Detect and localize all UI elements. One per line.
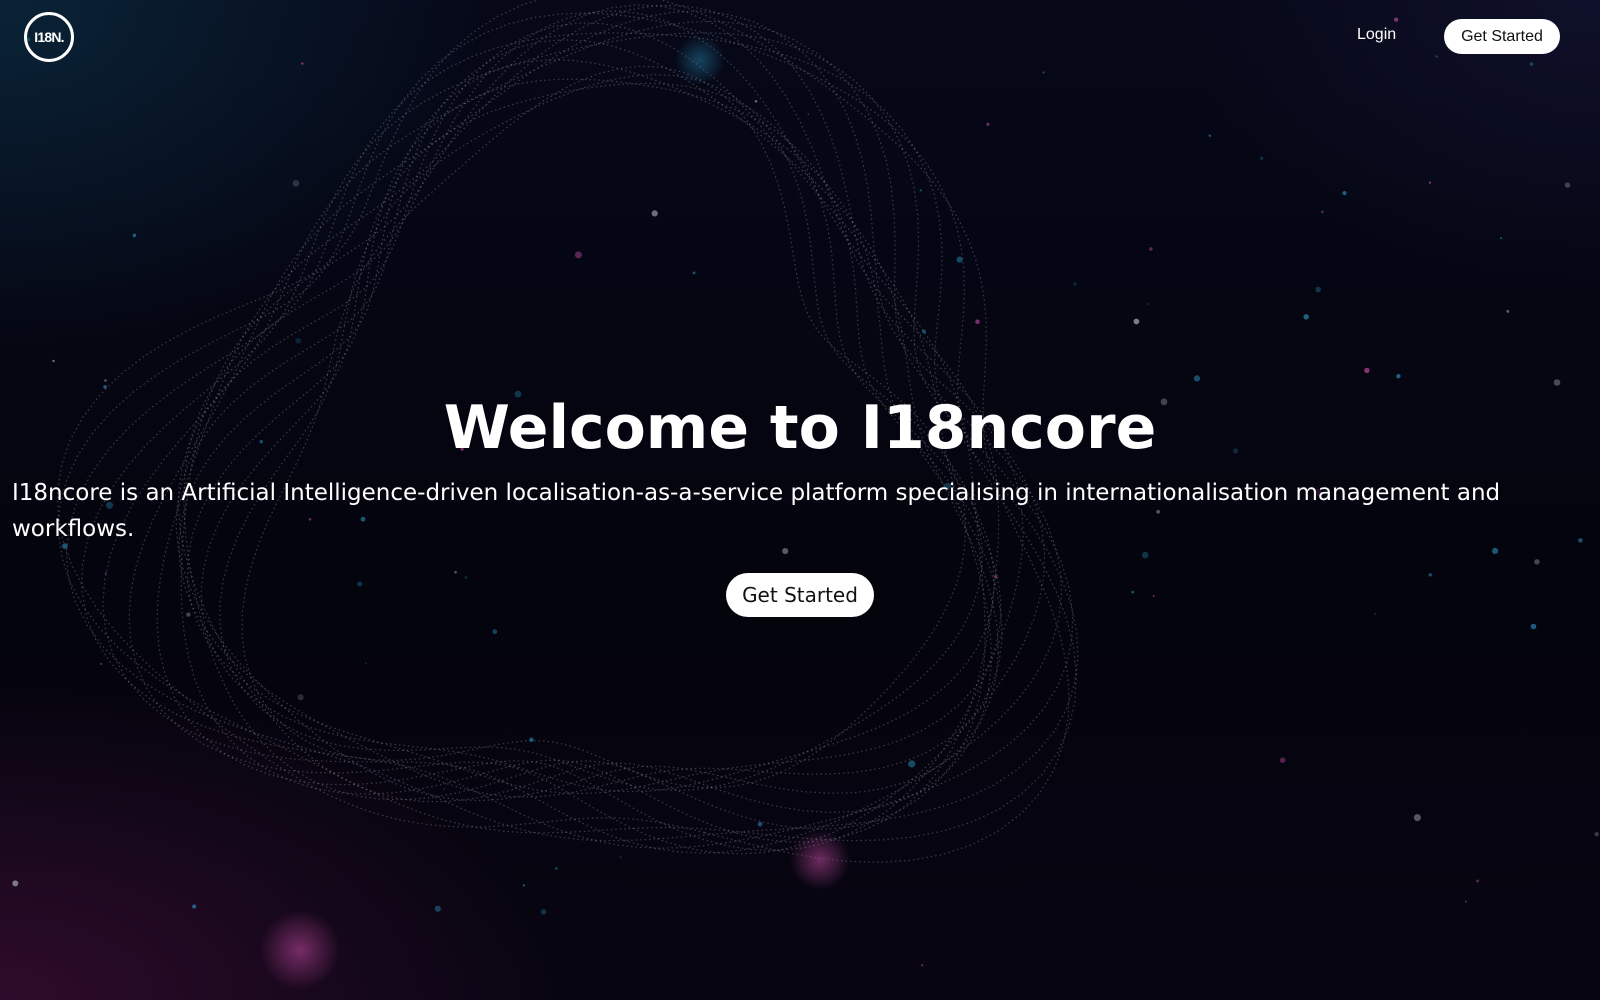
nav-get-started-button[interactable]: Get Started	[1444, 19, 1560, 54]
sparkle-dot	[1594, 832, 1599, 837]
sparkle-dot	[555, 867, 558, 870]
sparkle-dot	[1413, 814, 1421, 822]
sparkle-dot	[1506, 309, 1510, 313]
sparkle-dot	[1193, 375, 1201, 382]
sparkle-dot	[464, 576, 468, 579]
sparkle-dot	[574, 251, 582, 259]
sparkle-dot	[1530, 623, 1537, 630]
sparkle-dot	[434, 905, 441, 912]
sparkle-dot	[1500, 237, 1503, 240]
sparkle-dot	[1428, 181, 1432, 184]
sparkle-dot	[1149, 247, 1153, 251]
logo[interactable]: I18N.	[24, 12, 74, 62]
sparkle-dot	[922, 329, 926, 334]
sparkle-dot	[1342, 191, 1347, 196]
sparkle-dot	[1303, 314, 1309, 320]
sparkle-dot	[1133, 318, 1140, 325]
sparkle-dot	[956, 256, 963, 263]
sparkle-dot	[104, 572, 108, 575]
sparkle-dot	[365, 662, 367, 665]
top-navbar: I18N. Login Get Started	[0, 0, 1600, 72]
sparkle-dot	[52, 359, 55, 363]
sparkle-dot	[454, 570, 457, 574]
sparkle-dot	[540, 909, 547, 915]
landing-page: I18N. Login Get Started Welcome to I18nc…	[0, 0, 1600, 1000]
sparkle-dot	[1260, 156, 1264, 160]
sparkle-dot	[975, 319, 980, 325]
sparkle-dot	[192, 904, 197, 909]
sparkle-dot	[619, 856, 622, 859]
sparkle-dot	[782, 548, 789, 555]
sparkle-dot	[529, 737, 534, 742]
sparkle-dot	[921, 964, 924, 967]
hero-description: I18ncore is an Artificial Intelligence-d…	[12, 480, 1501, 542]
sparkle-dot	[908, 760, 916, 768]
sparkle-dot	[1146, 303, 1149, 305]
sparkle-dot	[1553, 379, 1561, 386]
sparkle-dot	[754, 100, 758, 103]
sparkle-dot	[1131, 590, 1134, 594]
sparkle-dot	[807, 113, 810, 115]
sparkle-dot	[1492, 547, 1499, 555]
sparkle-dot	[1534, 559, 1540, 565]
sparkle-dot	[1152, 594, 1155, 597]
sparkle-dot	[1476, 879, 1480, 883]
sparkle-dot	[1364, 367, 1370, 374]
sparkle-dot	[492, 629, 498, 635]
sparkle-dot	[100, 663, 102, 665]
sparkle-dot	[1428, 573, 1432, 577]
sparkle-dot	[186, 612, 191, 617]
sparkle-dot	[1280, 757, 1286, 763]
sparkle-dot	[757, 821, 763, 827]
hero-title: Welcome to I18ncore	[443, 393, 1157, 463]
sparkle-dot	[1374, 612, 1377, 615]
login-link[interactable]: Login	[1357, 26, 1396, 44]
sparkle-dot	[994, 575, 998, 579]
sparkle-dot	[104, 379, 107, 382]
glow-spot	[260, 910, 340, 990]
sparkle-dot	[692, 271, 696, 275]
sparkle-dot	[1564, 182, 1571, 188]
glow-spot	[790, 830, 850, 890]
sparkle-dot	[292, 180, 300, 187]
sparkle-dot	[1396, 374, 1401, 379]
sparkle-dot	[651, 210, 658, 217]
sparkle-dot	[1141, 551, 1149, 559]
sparkle-dot	[1073, 282, 1077, 286]
sparkle-dot	[357, 581, 363, 587]
sparkle-dot	[986, 122, 990, 126]
sparkle-dot	[1320, 210, 1324, 214]
sparkle-dot	[103, 385, 107, 389]
sparkle-dot	[522, 884, 525, 887]
sparkle-dot	[919, 189, 922, 192]
sparkle-dot	[443, 788, 445, 790]
sparkle-dot	[12, 880, 19, 887]
sparkle-dot	[1208, 134, 1212, 137]
hero-get-started-button[interactable]: Get Started	[726, 573, 874, 617]
sparkle-dot	[295, 337, 302, 344]
sparkle-dot	[1465, 900, 1467, 903]
sparkle-dot	[297, 694, 304, 701]
sparkle-dot	[1315, 286, 1321, 293]
sparkle-dot	[132, 233, 137, 238]
